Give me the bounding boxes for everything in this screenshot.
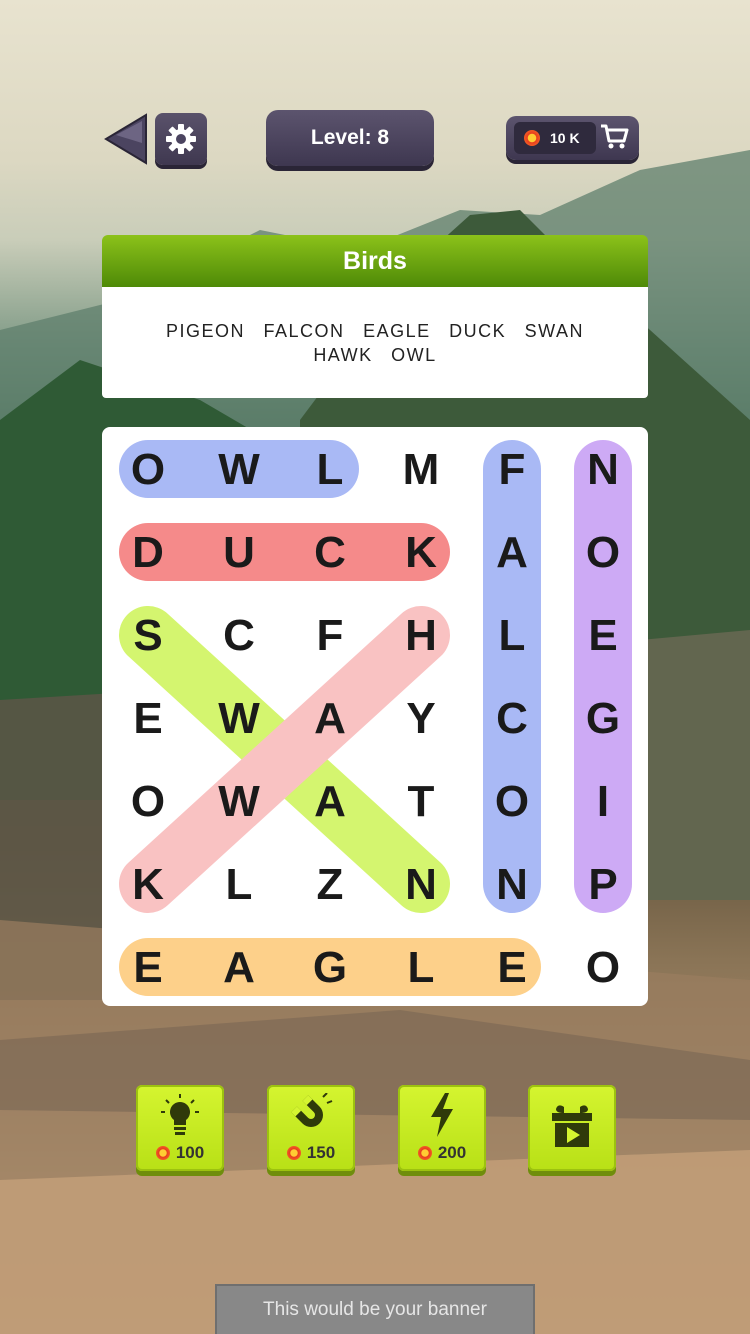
grid-letter[interactable]: Z [290,855,370,915]
word-item: FALCON [263,320,345,341]
magnet-cost: 150 [306,1143,336,1162]
grid-letter[interactable]: E [472,938,552,998]
grid-letter[interactable]: A [472,523,552,583]
grid-letter[interactable]: N [472,855,552,915]
gear-icon [166,124,196,154]
grid-letter[interactable]: O [563,938,643,998]
lightning-icon [431,1093,453,1137]
level-indicator: Level: 8 [266,110,434,166]
grid-letter[interactable]: S [108,606,188,666]
grid-letter[interactable]: O [563,523,643,583]
word-list: PIGEON FALCON EAGLE DUCK SWAN HAWK OWL [160,319,590,367]
grid-letter[interactable]: A [199,938,279,998]
coin-icon [524,130,540,146]
back-arrow-icon [104,113,147,165]
hint-button[interactable]: 100 [136,1085,224,1171]
level-label: Level: 8 [310,126,390,149]
grid-letter[interactable]: Y [381,689,461,749]
grid-letter[interactable]: L [199,855,279,915]
grid-letter[interactable]: I [563,772,643,832]
coin-count: 10 K [550,130,580,146]
category-title: Birds [343,246,407,275]
cart-icon [601,124,629,149]
word-item: OWL [391,344,437,365]
grid-letter[interactable]: E [108,938,188,998]
grid-letter[interactable]: C [472,689,552,749]
word-item: DUCK [449,320,507,341]
grid-letter[interactable]: K [108,855,188,915]
grid-letter[interactable]: N [563,440,643,500]
free-video-gift-button[interactable] [528,1085,616,1171]
grid-letter[interactable]: G [290,938,370,998]
grid-letter[interactable]: L [472,606,552,666]
grid-letter[interactable]: O [108,440,188,500]
grid-letter[interactable]: H [381,606,461,666]
hint-cost: 100 [175,1143,205,1162]
grid-letter[interactable]: L [290,440,370,500]
gift-video-icon [552,1105,592,1147]
category-header: Birds [102,235,648,287]
settings-button[interactable] [155,113,207,165]
coin-shop-button[interactable]: 10 K [506,116,639,160]
grid-letter[interactable]: C [290,523,370,583]
grid-letter[interactable]: W [199,689,279,749]
grid-letter[interactable]: L [381,938,461,998]
grid-letter[interactable]: A [290,689,370,749]
grid-letter[interactable]: W [199,772,279,832]
magnet-icon [291,1093,333,1127]
lightning-cost: 200 [437,1143,467,1162]
grid-letter[interactable]: F [472,440,552,500]
grid-letter[interactable]: M [381,440,461,500]
grid-letter[interactable]: T [381,772,461,832]
word-item: PIGEON [166,320,246,341]
back-button[interactable] [104,113,148,165]
lightning-button[interactable]: 200 [398,1085,486,1171]
grid-letter[interactable]: D [108,523,188,583]
grid-letter[interactable]: U [199,523,279,583]
grid-letter[interactable]: W [199,440,279,500]
grid-letter[interactable]: A [290,772,370,832]
grid-letter[interactable]: O [472,772,552,832]
grid-letter[interactable]: E [563,606,643,666]
grid-letter[interactable]: G [563,689,643,749]
lightbulb-icon [161,1094,199,1135]
grid-letter[interactable]: N [381,855,461,915]
word-item: HAWK [313,344,373,365]
coin-balance: 10 K [514,122,596,154]
grid-letter[interactable]: O [108,772,188,832]
grid-letter[interactable]: E [108,689,188,749]
grid-letter[interactable]: F [290,606,370,666]
word-item: SWAN [524,320,584,341]
coin-icon [286,1146,301,1160]
ad-banner[interactable]: This would be your banner [215,1284,535,1334]
word-item: EAGLE [363,320,431,341]
coin-icon [155,1146,170,1160]
magnet-button[interactable]: 150 [267,1085,355,1171]
banner-text: This would be your banner [263,1299,487,1320]
grid-letter[interactable]: C [199,606,279,666]
word-list-panel: PIGEON FALCON EAGLE DUCK SWAN HAWK OWL [102,287,648,398]
grid-letter[interactable]: P [563,855,643,915]
letter-grid[interactable]: OWLMFNDUCKAOSCFHLEEWAYCGOWATOIKLZNNPEAGL… [102,427,648,1006]
grid-letter[interactable]: K [381,523,461,583]
coin-icon [417,1146,432,1160]
